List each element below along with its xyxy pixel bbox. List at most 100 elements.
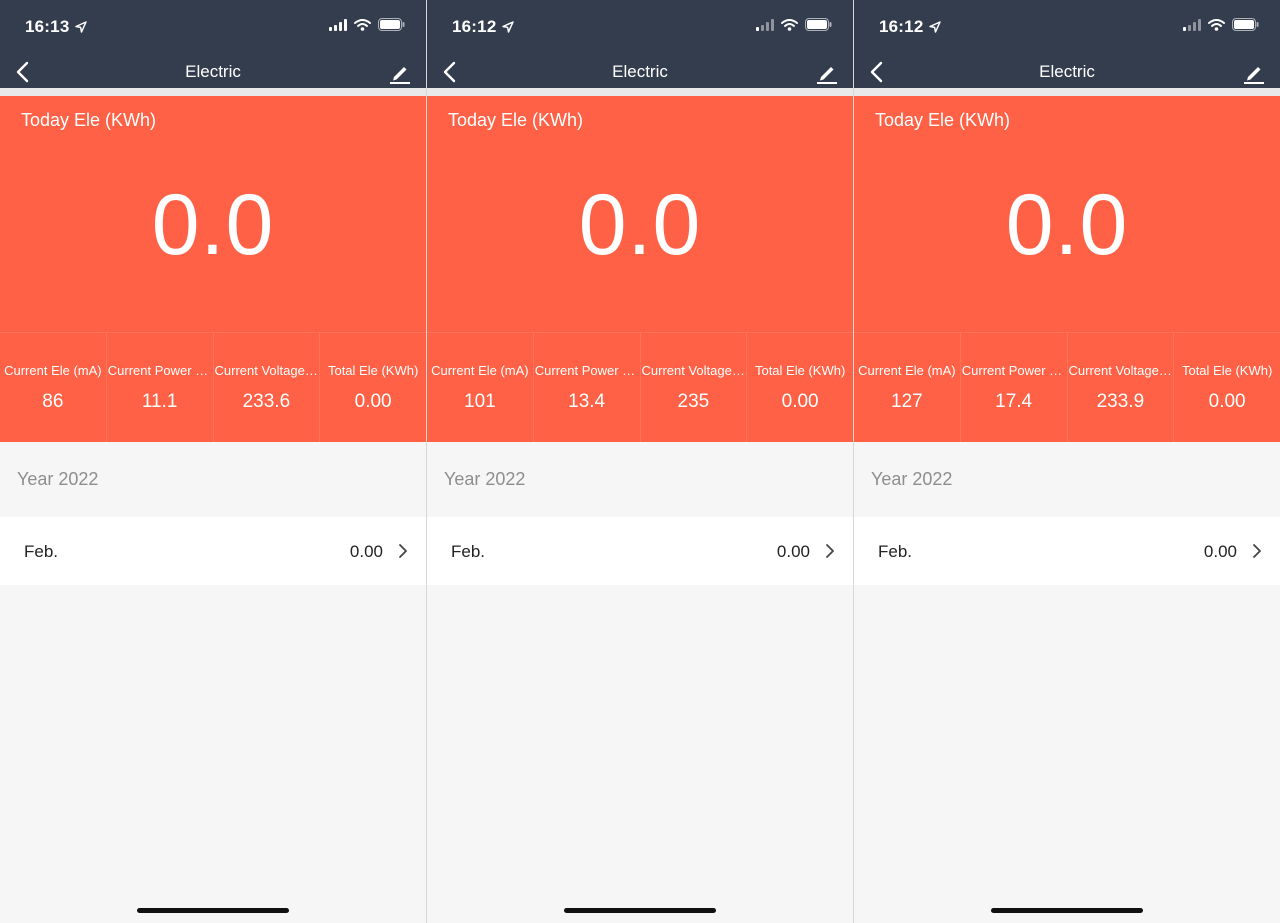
status-bar-icons (756, 18, 832, 31)
stat-label: Current Voltage (V) (1068, 363, 1174, 378)
month-row[interactable]: Feb. 0.00 (0, 517, 426, 585)
chevron-right-icon (399, 544, 407, 558)
chevron-right-icon (1253, 544, 1261, 558)
home-indicator[interactable] (137, 908, 289, 913)
location-arrow-icon (929, 21, 942, 33)
stat-value: 0.00 (1208, 391, 1246, 412)
nav-header: 16:12 Electric (854, 0, 1280, 88)
status-time-text: 16:12 (452, 17, 497, 36)
month-label: Feb. (451, 542, 486, 561)
today-ele-label: Today Ele (KWh) (875, 110, 1011, 130)
stats-row: Current Ele (mA) 127 Current Power (W) 1… (854, 332, 1280, 443)
page-title: Electric (1039, 62, 1095, 81)
stat-current-voltage: Current Voltage (V) 233.9 (1068, 333, 1175, 443)
stat-label: Total Ele (KWh) (754, 363, 846, 378)
stat-value: 11.1 (141, 391, 178, 412)
stat-total-ele: Total Ele (KWh) 0.00 (747, 333, 853, 443)
edit-pencil-icon[interactable] (388, 62, 412, 84)
stat-current-voltage: Current Voltage (V) 233.6 (214, 333, 321, 443)
signal-icon (756, 18, 774, 31)
month-value: 0.00 (349, 542, 383, 561)
today-ele-value: 0.0 (1005, 177, 1129, 273)
stat-value: 17.4 (995, 391, 1033, 412)
today-ele-label: Today Ele (KWh) (21, 110, 157, 130)
month-row[interactable]: Feb. 0.00 (427, 517, 853, 585)
home-indicator[interactable] (991, 908, 1143, 913)
edit-pencil-icon[interactable] (1242, 62, 1266, 84)
wifi-icon (1208, 18, 1225, 31)
page-title: Electric (185, 62, 241, 81)
stat-current-power: Current Power (W) 17.4 (961, 333, 1068, 443)
stat-value: 233.6 (242, 391, 291, 412)
electric-summary-card: Today Ele (KWh) 0.0 Current Ele (mA) 86 … (0, 96, 426, 443)
electric-summary-card: Today Ele (KWh) 0.0 Current Ele (mA) 127… (854, 96, 1280, 443)
stat-label: Current Voltage (V) (214, 363, 320, 378)
stat-value: 0.00 (781, 391, 819, 412)
status-bar-time: 16:12 (879, 17, 942, 37)
stat-label: Current Voltage (V) (641, 363, 747, 378)
year-header: Year 2022 (871, 469, 953, 489)
stat-value: 86 (42, 391, 64, 412)
stat-current-ele: Current Ele (mA) 127 (854, 333, 961, 443)
stat-total-ele: Total Ele (KWh) 0.00 (320, 333, 426, 443)
stat-current-ele: Current Ele (mA) 86 (0, 333, 107, 443)
status-bar-time: 16:12 (452, 17, 515, 37)
stat-current-voltage: Current Voltage (V) 235 (641, 333, 748, 443)
home-indicator[interactable] (564, 908, 716, 913)
month-value: 0.00 (776, 542, 810, 561)
chevron-right-icon (826, 544, 834, 558)
month-row[interactable]: Feb. 0.00 (854, 517, 1280, 585)
edit-pencil-icon[interactable] (815, 62, 839, 84)
signal-icon (329, 18, 347, 31)
location-arrow-icon (502, 21, 515, 33)
electric-summary-card: Today Ele (KWh) 0.0 Current Ele (mA) 101… (427, 96, 853, 443)
battery-icon (1232, 18, 1259, 31)
stat-label: Total Ele (KWh) (1181, 363, 1273, 378)
phone-screen-1: 16:13 Electric Today Ele (KWh) 0.0 Curre… (0, 0, 426, 923)
stat-label: Current Power (W) (534, 363, 640, 378)
battery-icon (805, 18, 832, 31)
today-ele-value: 0.0 (578, 177, 702, 273)
stat-value: 13.4 (568, 391, 606, 412)
stat-label: Current Ele (mA) (431, 363, 529, 378)
stat-label: Current Power (W) (961, 363, 1067, 378)
nav-header: 16:13 Electric (0, 0, 426, 88)
status-time-text: 16:13 (25, 17, 70, 36)
status-bar-icons (1183, 18, 1259, 31)
today-ele-label: Today Ele (KWh) (448, 110, 584, 130)
phone-screen-2: 16:12 Electric Today Ele (KWh) 0.0 Curre… (427, 0, 853, 923)
stat-value: 127 (891, 391, 923, 412)
stats-row: Current Ele (mA) 86 Current Power (W) 11… (0, 332, 426, 443)
year-header: Year 2022 (17, 469, 99, 489)
status-bar-icons (329, 18, 405, 31)
stat-current-power: Current Power (W) 13.4 (534, 333, 641, 443)
wifi-icon (781, 18, 798, 31)
stat-label: Current Ele (mA) (4, 363, 102, 378)
wifi-icon (354, 18, 371, 31)
phone-screen-3: 16:12 Electric Today Ele (KWh) 0.0 Curre… (854, 0, 1280, 923)
year-header: Year 2022 (444, 469, 526, 489)
header-divider (854, 88, 1280, 96)
nav-header: 16:12 Electric (427, 0, 853, 88)
stat-total-ele: Total Ele (KWh) 0.00 (1174, 333, 1280, 443)
today-ele-value: 0.0 (151, 177, 275, 273)
stat-label: Current Power (W) (107, 363, 213, 378)
month-value: 0.00 (1203, 542, 1237, 561)
location-arrow-icon (75, 21, 88, 33)
stat-value: 0.00 (354, 391, 392, 412)
month-label: Feb. (24, 542, 59, 561)
stat-value: 235 (677, 391, 710, 412)
status-time-text: 16:12 (879, 17, 924, 36)
battery-icon (378, 18, 405, 31)
stat-label: Total Ele (KWh) (327, 363, 419, 378)
month-label: Feb. (878, 542, 913, 561)
stat-value: 101 (464, 391, 496, 412)
page-title: Electric (612, 62, 668, 81)
signal-icon (1183, 18, 1201, 31)
stat-value: 233.9 (1096, 391, 1145, 412)
stat-current-ele: Current Ele (mA) 101 (427, 333, 534, 443)
header-divider (0, 88, 426, 96)
stats-row: Current Ele (mA) 101 Current Power (W) 1… (427, 332, 853, 443)
stat-current-power: Current Power (W) 11.1 (107, 333, 214, 443)
status-bar-time: 16:13 (25, 17, 88, 37)
